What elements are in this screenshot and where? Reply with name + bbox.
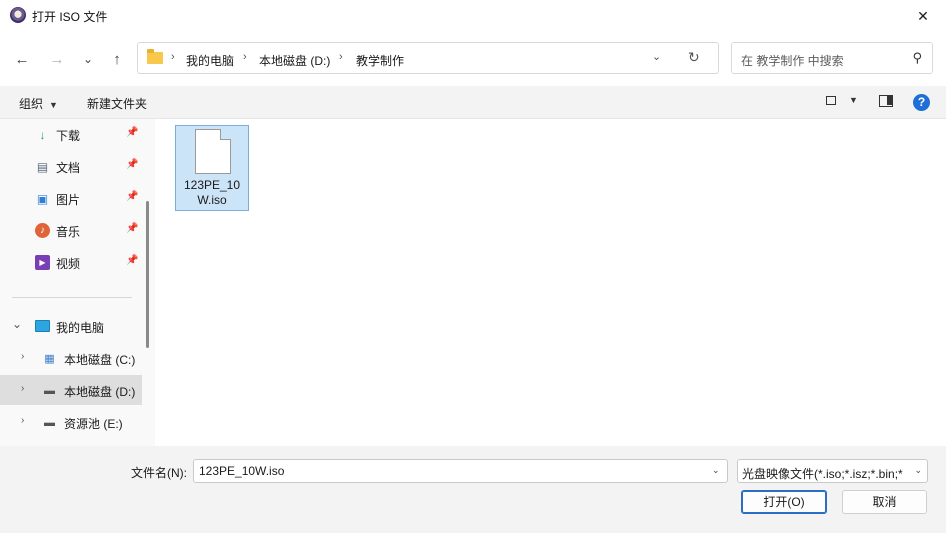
file-list-area[interactable]: 123PE_10W.iso bbox=[155, 119, 946, 446]
sidebar-item-videos[interactable]: ▶ 视频 📌 bbox=[0, 247, 142, 277]
breadcrumb-separator[interactable]: › bbox=[171, 51, 175, 63]
window-title: 打开 ISO 文件 bbox=[32, 10, 108, 24]
pin-icon[interactable]: 📌 bbox=[126, 191, 138, 202]
search-icon[interactable]: ⚲ bbox=[912, 50, 922, 66]
breadcrumb-this-pc[interactable]: 我的电脑 bbox=[186, 52, 234, 69]
new-folder-button[interactable]: 新建文件夹 bbox=[87, 95, 147, 112]
caret-down-icon: ▼ bbox=[49, 100, 58, 110]
sidebar-item-label: 本地磁盘 (D:) bbox=[64, 385, 136, 399]
breadcrumb-current-folder[interactable]: 教学制作 bbox=[356, 52, 404, 69]
sidebar-scrollbar[interactable] bbox=[146, 201, 149, 348]
chevron-right-icon[interactable]: › bbox=[21, 383, 24, 394]
sidebar-item-drive-d[interactable]: › ▬ 本地磁盘 (D:) bbox=[0, 375, 142, 405]
sidebar-item-documents[interactable]: ▤ 文档 📌 bbox=[0, 151, 142, 181]
sidebar-item-label: 下载 bbox=[56, 129, 81, 143]
caret-down-icon[interactable]: ▼ bbox=[849, 95, 858, 105]
file-type-value: 光盘映像文件(*.iso;*.isz;*.bin;* bbox=[742, 467, 903, 481]
chevron-down-icon[interactable]: ⌄ bbox=[652, 50, 661, 63]
app-icon bbox=[10, 7, 26, 23]
file-item[interactable]: 123PE_10W.iso bbox=[175, 125, 249, 211]
sidebar-item-label: 图片 bbox=[56, 193, 81, 207]
search-placeholder: 在 教学制作 中搜索 bbox=[741, 54, 844, 68]
breadcrumb-separator[interactable]: › bbox=[243, 51, 247, 63]
up-button[interactable]: ↑ bbox=[103, 45, 131, 73]
pin-icon[interactable]: 📌 bbox=[126, 223, 138, 234]
file-type-select[interactable]: 光盘映像文件(*.iso;*.isz;*.bin;* ⌄ bbox=[737, 459, 928, 483]
sidebar-item-label: 我的电脑 bbox=[56, 321, 105, 335]
pin-icon[interactable]: 📌 bbox=[126, 127, 138, 138]
sidebar-item-label: 本地磁盘 (C:) bbox=[64, 353, 136, 367]
address-bar[interactable]: › 我的电脑 › 本地磁盘 (D:) › 教学制作 ⌄ ↻ bbox=[137, 42, 719, 74]
navigation-pane: ↓ 下载 📌 ▤ 文档 📌 ▣ 图片 📌 ♪ 音乐 📌 ▶ 视频 📌 ⌄ 我的电… bbox=[0, 119, 155, 446]
sidebar-item-label: 资源池 (E:) bbox=[64, 417, 123, 431]
preview-pane-icon[interactable] bbox=[879, 95, 893, 107]
sidebar-item-music[interactable]: ♪ 音乐 📌 bbox=[0, 215, 142, 245]
view-mode-icon[interactable] bbox=[826, 96, 836, 105]
sidebar-item-label: 视频 bbox=[56, 257, 81, 271]
sidebar-item-label: 文档 bbox=[56, 161, 81, 175]
help-icon[interactable]: ? bbox=[913, 94, 930, 111]
organize-button[interactable]: 组织 ▼ bbox=[19, 95, 58, 112]
file-name: 123PE_10W.iso bbox=[183, 178, 241, 207]
command-toolbar: 组织 ▼ 新建文件夹 ▼ ? bbox=[0, 86, 946, 119]
chevron-down-icon[interactable]: ⌄ bbox=[712, 465, 720, 476]
chevron-right-icon[interactable]: › bbox=[21, 415, 24, 426]
navigation-bar: ← → ⌄ ↑ › 我的电脑 › 本地磁盘 (D:) › 教学制作 ⌄ ↻ 在 … bbox=[0, 32, 946, 86]
breadcrumb-separator[interactable]: › bbox=[339, 51, 343, 63]
chevron-down-icon[interactable]: ⌄ bbox=[12, 317, 22, 331]
filename-input[interactable] bbox=[193, 459, 728, 483]
forward-button[interactable]: → bbox=[43, 45, 71, 73]
sidebar-item-label: 音乐 bbox=[56, 225, 81, 239]
breadcrumb-drive-d[interactable]: 本地磁盘 (D:) bbox=[259, 52, 330, 69]
drive-c-icon: ▦ bbox=[44, 353, 55, 365]
file-icon bbox=[195, 129, 231, 174]
sidebar-item-drive-e[interactable]: › ▬ 资源池 (E:) bbox=[0, 407, 142, 437]
open-button[interactable]: 打开(O) bbox=[741, 490, 827, 514]
computer-icon bbox=[35, 320, 50, 332]
drive-icon: ▬ bbox=[44, 416, 55, 429]
cancel-button[interactable]: 取消 bbox=[842, 490, 927, 514]
recent-locations-button[interactable]: ⌄ bbox=[74, 45, 102, 73]
title-bar: 打开 ISO 文件 ✕ bbox=[0, 0, 946, 32]
sidebar-divider bbox=[12, 297, 132, 298]
drive-icon: ▬ bbox=[44, 384, 55, 397]
sidebar-item-downloads[interactable]: ↓ 下载 📌 bbox=[0, 119, 142, 149]
close-button[interactable]: ✕ bbox=[900, 0, 946, 32]
refresh-icon[interactable]: ↻ bbox=[688, 49, 700, 66]
organize-label: 组织 bbox=[19, 97, 44, 111]
sidebar-item-this-pc[interactable]: ⌄ 我的电脑 bbox=[0, 311, 142, 341]
chevron-right-icon[interactable]: › bbox=[21, 351, 24, 362]
music-icon: ♪ bbox=[35, 223, 50, 238]
document-icon: ▤ bbox=[36, 159, 49, 174]
sidebar-item-pictures[interactable]: ▣ 图片 📌 bbox=[0, 183, 142, 213]
pin-icon[interactable]: 📌 bbox=[126, 159, 138, 170]
pin-icon[interactable]: 📌 bbox=[126, 255, 138, 266]
download-icon: ↓ bbox=[39, 127, 46, 142]
search-input[interactable]: 在 教学制作 中搜索 ⚲ bbox=[731, 42, 933, 74]
dialog-footer: 文件名(N): ⌄ 光盘映像文件(*.iso;*.isz;*.bin;* ⌄ 打… bbox=[0, 446, 946, 533]
folder-icon bbox=[147, 49, 163, 64]
filename-label: 文件名(N): bbox=[131, 466, 187, 480]
video-icon: ▶ bbox=[35, 255, 50, 270]
chevron-down-icon: ⌄ bbox=[911, 465, 922, 476]
back-button[interactable]: ← bbox=[8, 45, 36, 73]
pictures-icon: ▣ bbox=[36, 191, 49, 206]
sidebar-item-drive-c[interactable]: › ▦ 本地磁盘 (C:) bbox=[0, 343, 142, 373]
